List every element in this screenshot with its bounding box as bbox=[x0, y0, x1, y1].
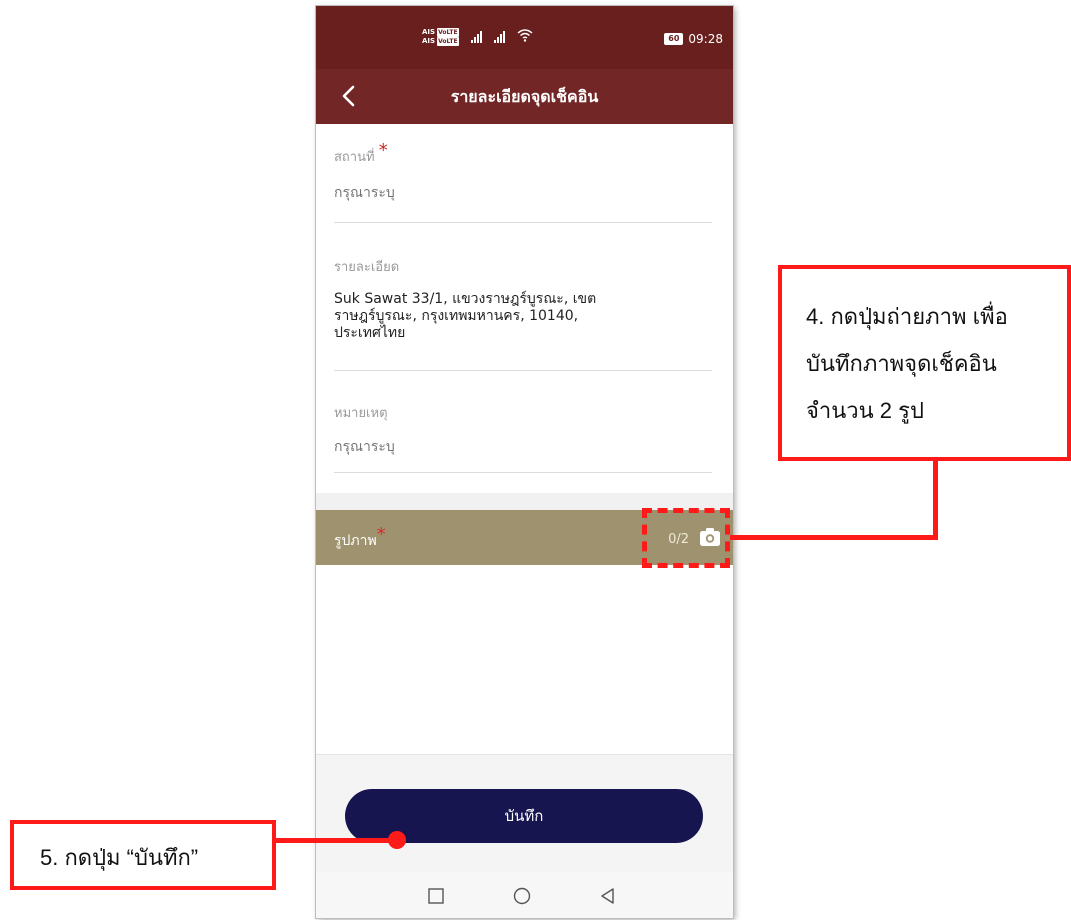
clock: 09:28 bbox=[688, 32, 723, 46]
camera-highlight-box bbox=[642, 508, 730, 568]
detail-field: รายละเอียด Suk Sawat 33/1, แขวงราษฎร์บูร… bbox=[334, 256, 712, 371]
connector-line bbox=[730, 535, 938, 540]
connector-dot bbox=[388, 831, 406, 849]
carrier-2: AIS bbox=[422, 37, 436, 45]
circle-icon[interactable] bbox=[512, 886, 532, 906]
remark-input[interactable] bbox=[334, 439, 712, 455]
place-label-text: สถานที่ bbox=[334, 150, 375, 165]
signal-icon bbox=[470, 31, 482, 43]
carrier-1: AIS bbox=[422, 28, 436, 36]
place-input[interactable] bbox=[334, 185, 712, 201]
photo-label-text: รูปภาพ bbox=[334, 533, 377, 549]
annotation-step-4-line-1: 4. กดปุ่มถ่ายภาพ เพื่อ bbox=[806, 304, 1008, 329]
square-icon[interactable] bbox=[426, 886, 446, 906]
annotation-step-4-line-3: จำนวน 2 รูป bbox=[806, 398, 924, 423]
battery-icon: 60 bbox=[664, 33, 684, 45]
place-label: สถานที่ * bbox=[334, 142, 712, 167]
annotation-step-5: 5. กดปุ่ม “บันทึก” bbox=[10, 820, 276, 890]
status-bar: AIS VoLTE AIS VoLTE 60 09:28 bbox=[316, 6, 733, 69]
required-mark: * bbox=[378, 140, 388, 161]
status-icons: AIS VoLTE AIS VoLTE bbox=[422, 28, 533, 46]
carrier-info: AIS VoLTE AIS VoLTE bbox=[422, 28, 459, 46]
volte-badge-2: VoLTE bbox=[437, 37, 459, 46]
wifi-icon bbox=[517, 28, 533, 46]
phone-screen: AIS VoLTE AIS VoLTE 60 09:28 รายละเอียดจุด… bbox=[316, 6, 733, 918]
photo-label: รูปภาพ* bbox=[334, 526, 386, 552]
annotation-step-4-line-2: บันทึกภาพจุดเช็คอิน bbox=[806, 351, 997, 376]
app-bar: รายละเอียดจุดเช็คอิน bbox=[316, 69, 733, 124]
remark-label: หมายเหตุ bbox=[334, 406, 388, 421]
annotation-step-5-text: 5. กดปุ่ม “บันทึก” bbox=[40, 845, 199, 870]
annotation-step-4: 4. กดปุ่มถ่ายภาพ เพื่อ บันทึกภาพจุดเช็คอ… bbox=[778, 265, 1071, 461]
bottom-action-area: บันทึก bbox=[316, 754, 733, 873]
required-mark-photo: * bbox=[376, 524, 386, 545]
detail-value[interactable]: Suk Sawat 33/1, แขวงราษฎร์บูรณะ, เขต ราษ… bbox=[334, 291, 712, 342]
status-right: 60 09:28 bbox=[664, 32, 723, 46]
volte-badge: VoLTE bbox=[437, 28, 459, 37]
remark-field: หมายเหตุ bbox=[334, 402, 712, 473]
detail-label: รายละเอียด bbox=[334, 260, 400, 275]
triangle-back-icon[interactable] bbox=[598, 886, 618, 906]
connector-line-vertical bbox=[933, 459, 938, 540]
page-title: รายละเอียดจุดเช็คอิน bbox=[450, 87, 599, 106]
place-field: สถานที่ * bbox=[334, 142, 712, 223]
signal-icon-2 bbox=[493, 31, 505, 43]
connector-line-step-5 bbox=[276, 838, 398, 843]
android-nav-bar bbox=[316, 872, 733, 918]
